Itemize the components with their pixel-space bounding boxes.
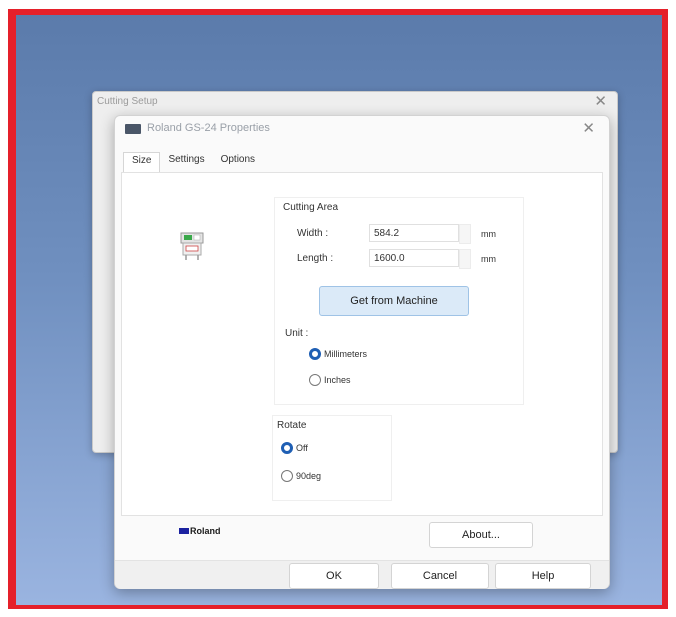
roland-logo-text: Roland <box>190 526 221 536</box>
radio-inches[interactable]: Inches <box>309 374 351 386</box>
radio-millimeters-label: Millimeters <box>324 349 368 359</box>
radio-rotate-off[interactable]: Off <box>281 442 308 454</box>
size-panel: Cutting Area Width : 584.2 mm Length : 1… <box>121 172 603 516</box>
help-button[interactable]: Help <box>495 563 591 589</box>
radio-rotate-off-label: Off <box>296 443 308 453</box>
about-button[interactable]: About... <box>429 522 533 548</box>
length-spinner[interactable] <box>459 249 471 269</box>
width-spinner[interactable] <box>459 224 471 244</box>
length-unit: mm <box>481 254 496 264</box>
roland-logo-mark <box>179 528 189 534</box>
radio-inches-label: Inches <box>324 375 351 385</box>
cutting-area-title: Cutting Area <box>283 202 339 213</box>
cutting-setup-title: Cutting Setup <box>97 96 158 107</box>
tab-settings[interactable]: Settings <box>160 152 212 172</box>
cutter-machine-icon <box>180 232 204 260</box>
close-icon[interactable]: ✕ <box>582 119 595 137</box>
cutting-setup-close-icon[interactable]: ✕ <box>594 92 607 110</box>
ok-button[interactable]: OK <box>289 563 379 589</box>
radio-millimeters[interactable]: Millimeters <box>309 348 367 360</box>
unit-label: Unit : <box>285 328 309 339</box>
radio-millimeters-dot <box>309 348 321 360</box>
get-from-machine-button[interactable]: Get from Machine <box>319 286 469 316</box>
desktop-background: Cutting Setup ✕ Roland GS-24 Properties … <box>16 15 662 605</box>
tab-bar: Size Settings Options <box>123 152 263 172</box>
width-label: Width : <box>297 228 329 239</box>
tab-size[interactable]: Size <box>123 152 161 172</box>
tab-options[interactable]: Options <box>213 152 263 172</box>
radio-rotate-90-dot <box>281 470 293 482</box>
length-input[interactable]: 1600.0 <box>369 249 459 267</box>
radio-rotate-off-dot <box>281 442 293 454</box>
radio-inches-dot <box>309 374 321 386</box>
rotate-title: Rotate <box>277 420 307 431</box>
rotate-group: Rotate Off 90deg <box>272 415 392 501</box>
width-unit: mm <box>481 229 496 239</box>
width-input[interactable]: 584.2 <box>369 224 459 242</box>
cancel-button[interactable]: Cancel <box>391 563 489 589</box>
dialog-footer: OK Cancel Help <box>115 560 609 589</box>
cutting-area-group: Cutting Area Width : 584.2 mm Length : 1… <box>274 197 524 405</box>
printer-icon <box>125 124 141 134</box>
radio-rotate-90[interactable]: 90deg <box>281 470 321 482</box>
length-label: Length : <box>297 253 334 264</box>
radio-rotate-90-label: 90deg <box>296 471 322 481</box>
roland-logo: Roland <box>179 526 221 536</box>
properties-dialog: Roland GS-24 Properties ✕ Size Settings … <box>114 115 610 589</box>
dialog-title: Roland GS-24 Properties <box>147 122 270 134</box>
